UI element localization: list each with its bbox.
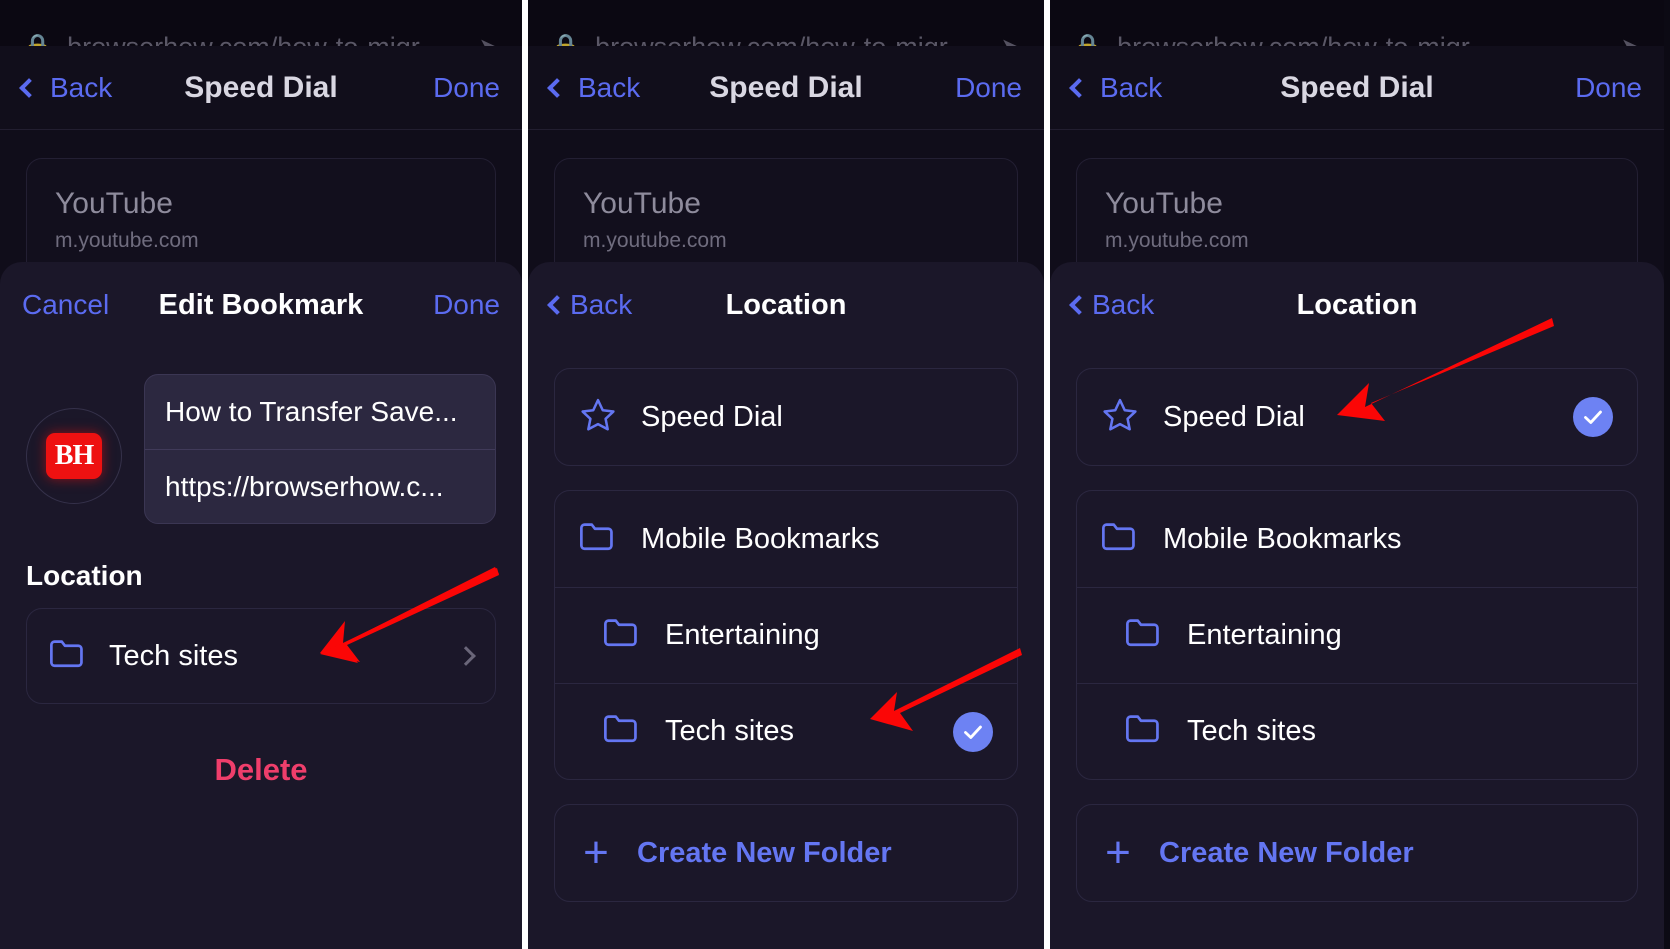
speed-dial-navbar: Back Speed Dial Done [1050, 46, 1664, 130]
chevron-right-icon [456, 646, 476, 666]
folder-icon [603, 617, 641, 654]
location-group-folders: Mobile Bookmarks Entertaining Tech sites [1076, 490, 1638, 780]
create-new-folder-button[interactable]: + Create New Folder [555, 805, 1017, 901]
browser-url-bar[interactable]: 🔒 browserhow.com/how-to-migr ➤ [1050, 0, 1664, 46]
nav-back-button[interactable]: Back [19, 71, 113, 104]
nav-back-label: Back [50, 71, 113, 103]
location-group-speeddial: Speed Dial [554, 368, 1018, 466]
nav-back-label: Back [578, 71, 641, 103]
create-new-folder-label: Create New Folder [637, 836, 892, 869]
list-item[interactable]: Tech sites [1077, 683, 1637, 779]
list-item-label: Speed Dial [641, 400, 783, 433]
location-selector-row[interactable]: Tech sites [26, 608, 496, 704]
done-label: Done [433, 289, 500, 320]
nav-done-button[interactable]: Done [433, 72, 500, 104]
speed-dial-card-url: m.youtube.com [55, 229, 199, 252]
folder-icon [1101, 521, 1139, 558]
bookmark-fields-row: BH How to Transfer Save... https://brows… [0, 348, 522, 524]
location-picker-sheet: Back Location Speed Dial Mobile Bookmark… [528, 262, 1044, 949]
site-favicon: BH [46, 433, 102, 479]
bookmark-fields: How to Transfer Save... https://browserh… [144, 374, 496, 524]
star-icon [1101, 396, 1139, 439]
list-item-label: Speed Dial [1163, 400, 1305, 433]
sheet-back-label: Back [570, 289, 633, 320]
location-list: Speed Dial Mobile Bookmarks Entertaining… [1050, 348, 1664, 902]
list-item[interactable]: Mobile Bookmarks [1077, 491, 1637, 587]
folder-icon [49, 638, 87, 675]
nav-back-button[interactable]: Back [1069, 71, 1163, 104]
plus-icon: + [1105, 828, 1131, 877]
edit-bookmark-toolbar: Cancel Edit Bookmark Done [0, 262, 522, 348]
list-item-label: Tech sites [665, 715, 794, 747]
folder-icon [579, 521, 617, 558]
panel-location-speed-dial: 🔒 browserhow.com/how-to-migr ➤ Back Spee… [1044, 0, 1664, 949]
location-picker-sheet: Back Location Speed Dial Mobile Bookmark… [1050, 262, 1664, 949]
panel-edit-bookmark: 🔒 browserhow.com/how-to-migr ➤ Back Spee… [0, 0, 522, 949]
location-group-folders: Mobile Bookmarks Entertaining Tech sites [554, 490, 1018, 780]
speed-dial-navbar: Back Speed Dial Done [528, 46, 1044, 130]
speed-dial-card-url: m.youtube.com [1105, 229, 1249, 252]
list-item[interactable]: Entertaining [555, 587, 1017, 683]
nav-done-label: Done [1575, 71, 1642, 103]
list-item-label: Entertaining [665, 619, 820, 651]
status-badge [1573, 397, 1613, 437]
list-item[interactable]: Tech sites [555, 683, 1017, 779]
location-group-speeddial: Speed Dial [1076, 368, 1638, 466]
list-item-label: Entertaining [1187, 619, 1342, 651]
sheet-back-button[interactable]: Back [1069, 289, 1155, 321]
sheet-back-label: Back [1092, 289, 1155, 320]
cancel-button[interactable]: Cancel [22, 289, 109, 321]
done-button[interactable]: Done [433, 289, 500, 321]
avatar: BH [26, 408, 122, 504]
sheet-back-button[interactable]: Back [547, 289, 633, 321]
speed-dial-card-title: YouTube [55, 187, 173, 220]
delete-button[interactable]: Delete [0, 704, 522, 788]
create-new-folder-label: Create New Folder [1159, 836, 1414, 869]
chevron-left-icon [19, 77, 39, 98]
folder-icon [1125, 617, 1163, 654]
list-item[interactable]: Mobile Bookmarks [555, 491, 1017, 587]
bookmark-url-input[interactable]: https://browserhow.c... [145, 449, 495, 523]
list-item-label: Mobile Bookmarks [1163, 522, 1402, 555]
chevron-left-icon [1069, 77, 1089, 98]
nav-done-label: Done [433, 71, 500, 103]
browser-url-bar[interactable]: 🔒 browserhow.com/how-to-migr ➤ [528, 0, 1044, 46]
status-badge [953, 711, 993, 752]
speed-dial-card-title: YouTube [583, 187, 701, 220]
create-folder-group: + Create New Folder [1076, 804, 1638, 902]
chevron-left-icon [547, 77, 567, 98]
list-item-label: Tech sites [1187, 715, 1316, 747]
nav-back-label: Back [1100, 71, 1163, 103]
list-item[interactable]: Entertaining [1077, 587, 1637, 683]
browser-url-bar[interactable]: 🔒 browserhow.com/how-to-migr ➤ [0, 0, 522, 46]
speed-dial-card-title: YouTube [1105, 187, 1223, 220]
nav-back-button[interactable]: Back [547, 71, 641, 104]
location-list: Speed Dial Mobile Bookmarks Entertaining… [528, 348, 1044, 902]
folder-icon [603, 713, 641, 750]
create-folder-group: + Create New Folder [554, 804, 1018, 902]
list-item[interactable]: Speed Dial [555, 369, 1017, 465]
folder-icon [1125, 713, 1163, 750]
nav-done-label: Done [955, 71, 1022, 103]
selected-location-label: Tech sites [109, 639, 238, 672]
speed-dial-card-url: m.youtube.com [583, 229, 727, 252]
three-panel-screenshot: 🔒 browserhow.com/how-to-migr ➤ Back Spee… [0, 0, 1670, 949]
location-toolbar: Back Location [1050, 262, 1664, 348]
cancel-label: Cancel [22, 289, 110, 320]
location-section-label: Location [26, 560, 143, 591]
speed-dial-navbar: Back Speed Dial Done [0, 46, 522, 130]
chevron-left-icon [547, 295, 567, 315]
nav-done-button[interactable]: Done [1575, 72, 1642, 104]
edit-bookmark-sheet: Cancel Edit Bookmark Done BH How to Tran… [0, 262, 522, 949]
location-toolbar: Back Location [528, 262, 1044, 348]
star-icon [579, 396, 617, 439]
list-item-label: Mobile Bookmarks [641, 522, 880, 555]
list-item[interactable]: Speed Dial [1077, 369, 1637, 465]
nav-done-button[interactable]: Done [955, 72, 1022, 104]
plus-icon: + [583, 828, 609, 877]
panel-location-tech-sites: 🔒 browserhow.com/how-to-migr ➤ Back Spee… [522, 0, 1044, 949]
create-new-folder-button[interactable]: + Create New Folder [1077, 805, 1637, 901]
chevron-left-icon [1069, 295, 1089, 315]
bookmark-name-input[interactable]: How to Transfer Save... [145, 375, 495, 449]
